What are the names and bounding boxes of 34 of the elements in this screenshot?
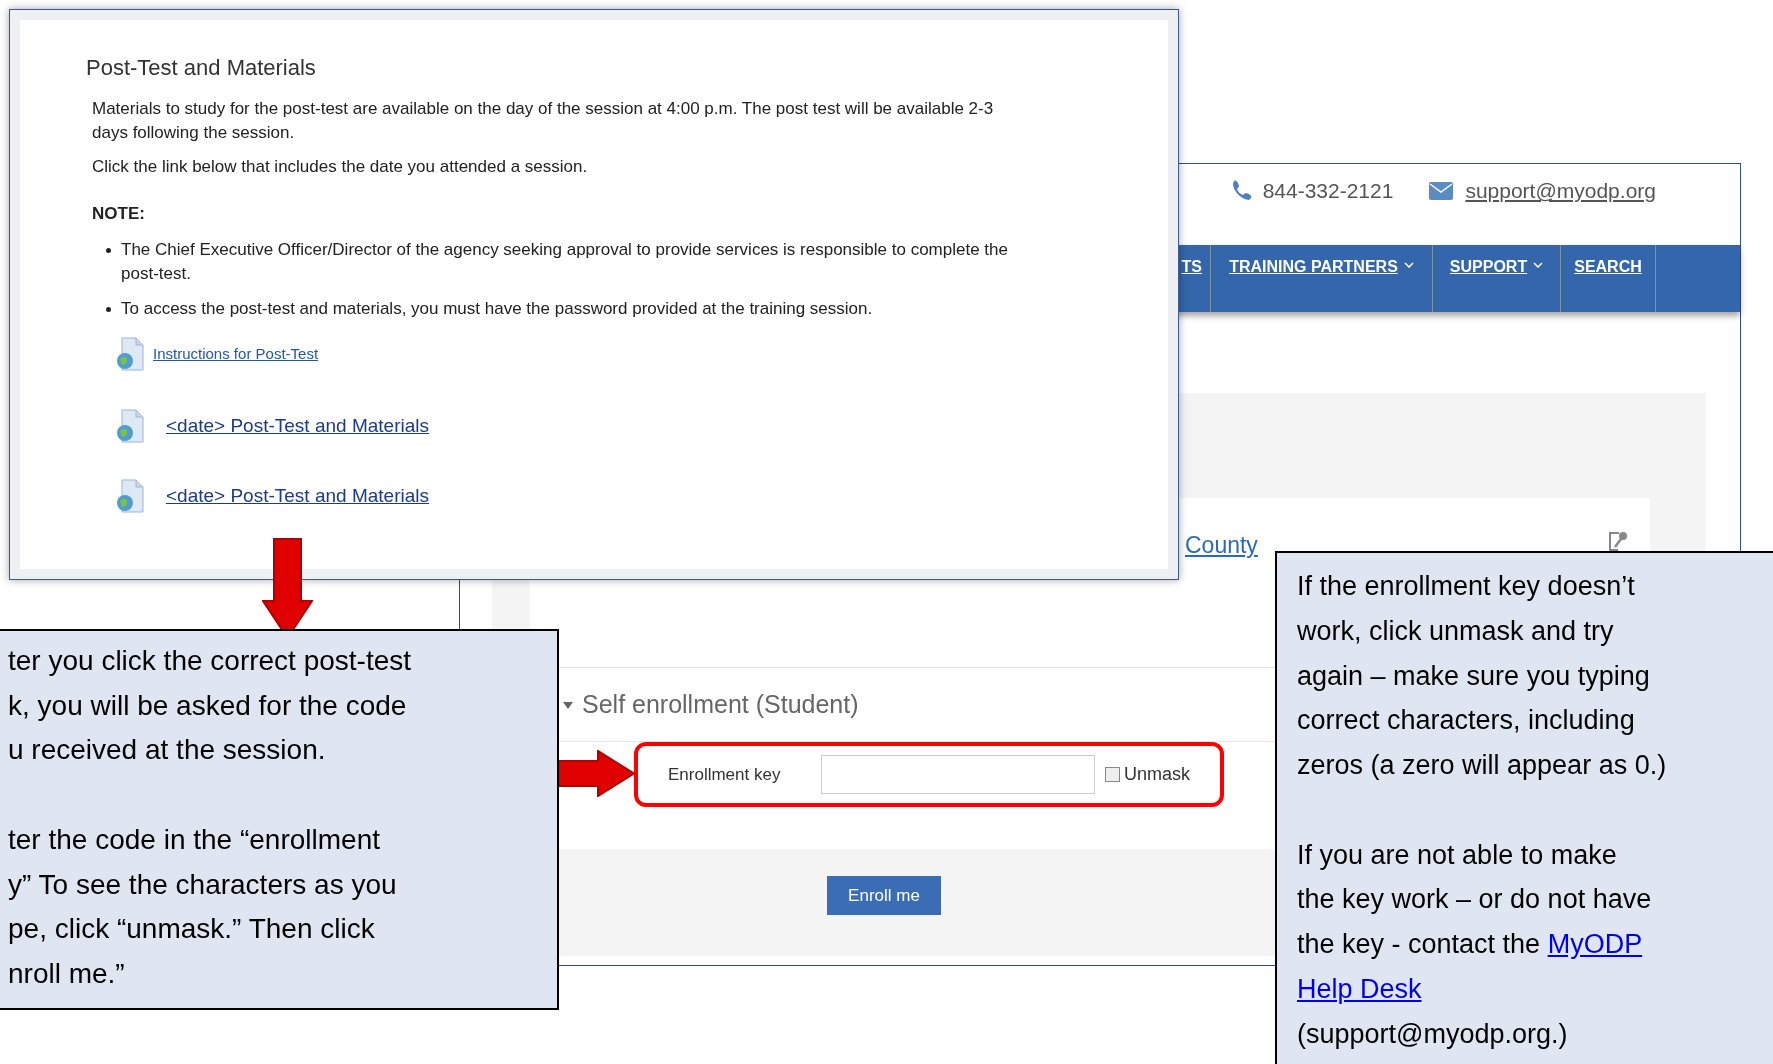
paragraph: Click the link below that includes the date you attended a session. [92,156,589,179]
callout-text: ter you click the correct post-test k, you will be asked for the code u received at the session. [8,644,413,768]
enroll-button[interactable]: Enroll me [827,876,941,915]
bullet-text: The Chief Executive Officer/Director of the agency seeking approval to provide services is responsible to complete the post-test. [121,239,1009,285]
post-test-link[interactable]: Instructions for Post-Test [153,342,319,366]
note-heading: NOTE: [92,203,146,226]
document-globe-icon [116,337,144,372]
document-globe-icon [116,409,144,444]
enrollment-key-field[interactable] [821,755,1095,794]
nav-link[interactable]: SUPPORT [1433,245,1561,312]
mail-icon [1429,182,1454,200]
nav-link[interactable]: TRAINING PARTNERS [1211,245,1433,312]
section-title: Self enrollment (Student) [582,688,859,720]
key-edit-icon [1608,530,1628,552]
callout-text: ter the code in the “enrollment y” To see the characters as you pe, click “unmask.” Then click nroll me.” [8,822,398,991]
checkbox-label: Unmask [1124,763,1190,786]
chevron-down-icon [1533,262,1544,268]
callout-text: If the enrollment key doesn’t work, click unmask and try again – make sure you typing correct characters, including zeros (a zero will appear as 0.) [1297,570,1668,783]
unmask-checkbox[interactable] [1105,767,1120,782]
post-test-link[interactable]: <date> Post-Test and Materials [166,481,429,511]
nav-link[interactable]: SEARCH [1561,245,1656,312]
email-link[interactable]: support@myodp.org [1465,175,1656,207]
paragraph: Materials to study for the post-test are available on the day of the session at 4:00 p.m. The post test will be available 2-3 days following the session. [92,98,995,144]
post-test-link[interactable]: <date> Post-Test and Materials [166,411,429,441]
panel-title: Post-Test and Materials [86,54,317,82]
chevron-down-icon [1403,262,1414,268]
help-desk-link[interactable]: MyODP [1547,929,1643,960]
phone-number: 844-332-2121 [1262,178,1394,205]
course-link[interactable]: County [1185,528,1258,563]
bullet-text: To access the post-test and materials, you must have the password provided at the training session. [121,297,874,320]
help-desk-link[interactable]: Help Desk [1297,974,1422,1005]
callout-text: If you are not able to make the key work – or do not have the key - contact the MyODP Help Desk (support@myodp.org.) [1297,838,1653,1051]
field-label: Enrollment key [668,763,782,786]
document-globe-icon [116,479,144,514]
